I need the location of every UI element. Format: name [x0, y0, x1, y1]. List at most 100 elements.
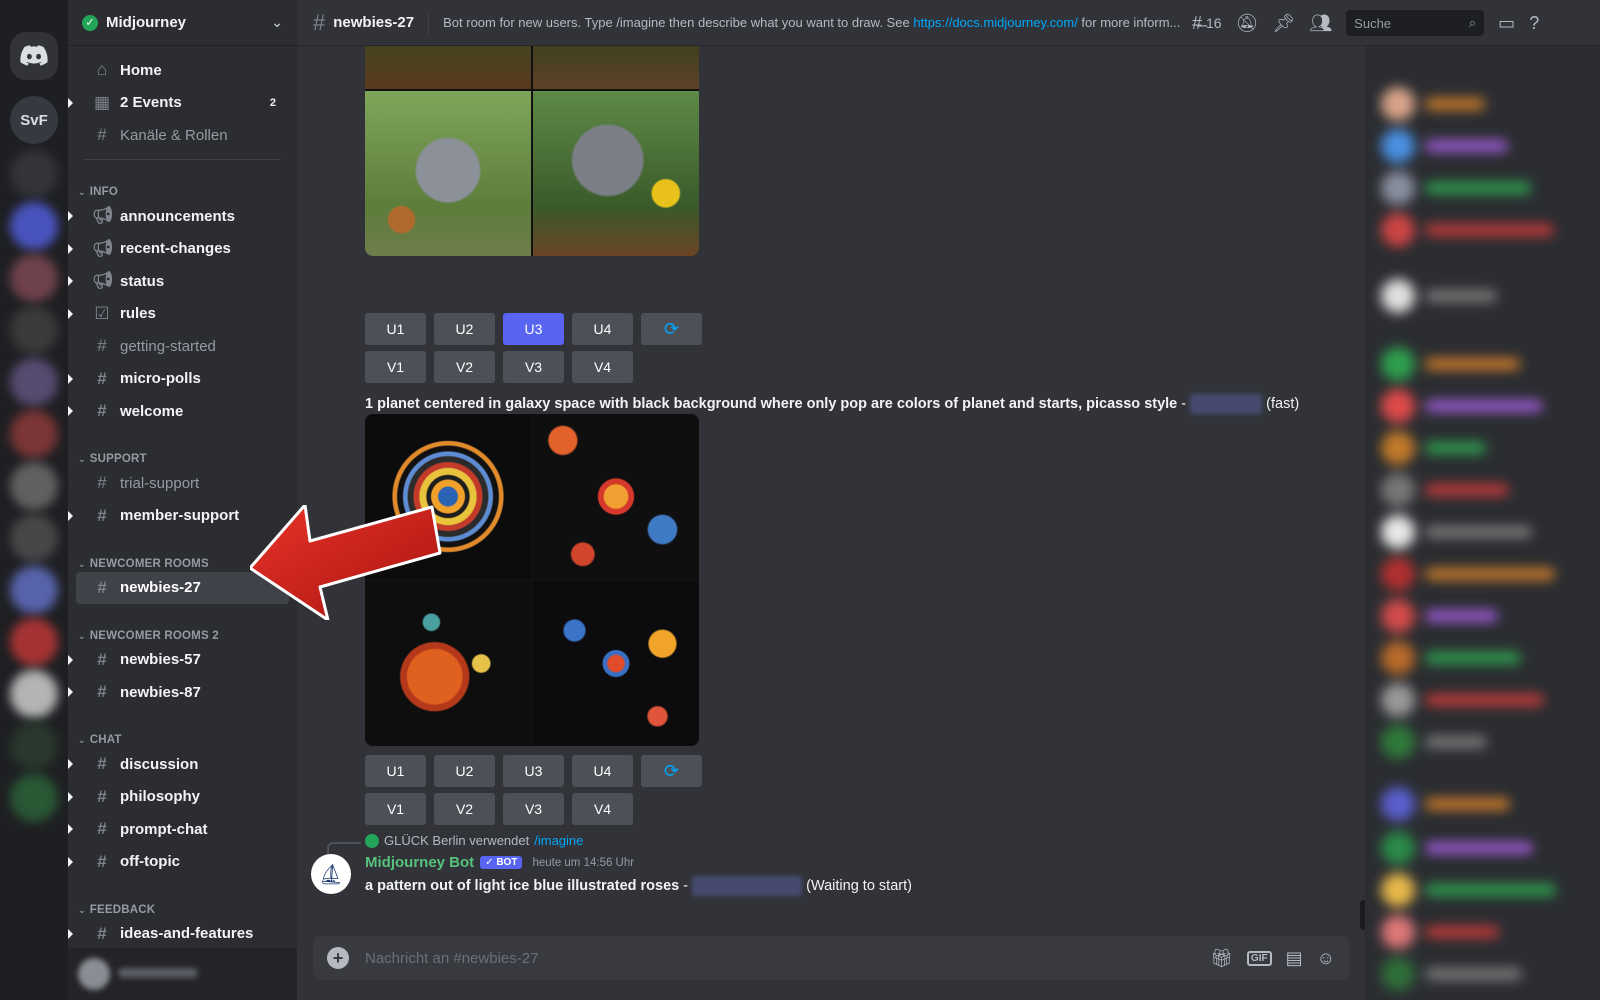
v2-button[interactable]: V2: [434, 793, 495, 825]
category-header[interactable]: ⌄ NEWCOMER ROOMS 2: [76, 618, 289, 642]
channel-off-topic[interactable]: # off-topic: [68, 846, 289, 878]
user-panel[interactable]: [68, 948, 297, 1000]
threads-button[interactable]: #̶ 16: [1192, 13, 1222, 34]
v1-button[interactable]: V1: [365, 793, 426, 825]
member-item[interactable]: [1381, 830, 1581, 866]
discord-home-icon[interactable]: [10, 32, 58, 80]
u2-button[interactable]: U2: [434, 313, 495, 345]
gif-icon[interactable]: GIF: [1246, 950, 1272, 966]
channel-prompt-chat[interactable]: # prompt-chat: [68, 813, 289, 845]
channel-discussion[interactable]: # discussion: [68, 748, 289, 780]
member-item[interactable]: [1381, 914, 1581, 950]
member-item[interactable]: [1381, 872, 1581, 908]
gift-icon[interactable]: 🎁︎: [1210, 948, 1233, 969]
server-icon[interactable]: [10, 774, 58, 822]
docs-link[interactable]: https://docs.midjourney.com/: [913, 15, 1078, 30]
channel-getting-started[interactable]: # getting-started: [76, 330, 289, 362]
member-item[interactable]: [1381, 430, 1581, 466]
chevron-down-icon[interactable]: ⌄: [271, 14, 283, 31]
server-icon[interactable]: [10, 722, 58, 770]
channel-status[interactable]: 📢︎ status: [68, 265, 289, 297]
v3-button[interactable]: V3: [503, 351, 564, 383]
u3-button[interactable]: U3: [503, 755, 564, 787]
pin-icon[interactable]: 📌︎: [1272, 13, 1295, 34]
mute-icon[interactable]: 🔕︎: [1236, 13, 1259, 34]
reroll-icon[interactable]: ⟳: [641, 313, 702, 345]
emoji-icon[interactable]: ☺: [1317, 948, 1335, 969]
server-icon[interactable]: [10, 410, 58, 458]
v3-button[interactable]: V3: [503, 793, 564, 825]
member-item[interactable]: [1381, 556, 1581, 592]
channel-newbies-87[interactable]: # newbies-87: [68, 676, 289, 708]
server-icon[interactable]: [10, 358, 58, 406]
add-attachment-button[interactable]: +: [327, 947, 349, 969]
generated-image[interactable]: [533, 91, 699, 256]
generated-image[interactable]: [533, 581, 699, 746]
image-grid-cats[interactable]: [365, 46, 699, 256]
channel-trial-support[interactable]: # trial-support: [76, 467, 289, 499]
member-item[interactable]: [1381, 640, 1581, 676]
channel-newbies-57[interactable]: # newbies-57: [68, 644, 289, 676]
member-item[interactable]: [1381, 346, 1581, 382]
command-reply[interactable]: GLÜCK Berlin verwendet /imagine: [327, 833, 583, 854]
search-input[interactable]: Suche ⌕: [1346, 10, 1485, 36]
member-item[interactable]: [1381, 786, 1581, 822]
v1-button[interactable]: V1: [365, 351, 426, 383]
channel-2-events[interactable]: ▦ 2 Events 2: [68, 87, 289, 119]
member-item[interactable]: [1381, 682, 1581, 718]
channel-topic[interactable]: Bot room for new users. Type /imagine th…: [443, 15, 1183, 30]
generated-image[interactable]: [533, 46, 699, 89]
u3-button[interactable]: U3: [503, 313, 564, 345]
bot-avatar[interactable]: ⛵︎: [311, 854, 351, 894]
v4-button[interactable]: V4: [572, 351, 633, 383]
message-input[interactable]: [365, 949, 1211, 967]
server-icon[interactable]: [10, 514, 58, 562]
u1-button[interactable]: U1: [365, 755, 426, 787]
channel-welcome[interactable]: # welcome: [68, 395, 289, 427]
reroll-icon[interactable]: ⟳: [641, 755, 702, 787]
category-header[interactable]: ⌄ FEEDBACK: [76, 892, 289, 916]
v2-button[interactable]: V2: [434, 351, 495, 383]
category-header[interactable]: ⌄ SUPPORT: [76, 441, 289, 465]
member-item[interactable]: [1381, 472, 1581, 508]
server-icon[interactable]: [10, 306, 58, 354]
server-icon[interactable]: [10, 150, 58, 198]
generated-image[interactable]: [365, 91, 531, 256]
generated-image[interactable]: [365, 46, 531, 89]
channel-recent-changes[interactable]: 📢︎ recent-changes: [68, 233, 289, 265]
u4-button[interactable]: U4: [572, 755, 633, 787]
server-icon[interactable]: [10, 462, 58, 510]
server-icon[interactable]: [10, 618, 58, 666]
category-header[interactable]: ⌄ CHAT: [76, 722, 289, 746]
u4-button[interactable]: U4: [572, 313, 633, 345]
member-item[interactable]: [1381, 128, 1581, 164]
channel-rules[interactable]: ☑ rules: [68, 298, 289, 330]
member-item[interactable]: [1381, 86, 1581, 122]
bot-username[interactable]: Midjourney Bot: [365, 854, 474, 871]
channel-micro-polls[interactable]: # micro-polls: [68, 363, 289, 395]
member-item[interactable]: [1381, 598, 1581, 634]
sticker-icon[interactable]: ▤: [1286, 948, 1303, 969]
member-item[interactable]: [1381, 170, 1581, 206]
v4-button[interactable]: V4: [572, 793, 633, 825]
server-header[interactable]: ✓ Midjourney ⌄: [68, 0, 297, 46]
channel-home[interactable]: ⌂ Home: [76, 54, 289, 86]
member-item[interactable]: [1381, 514, 1581, 550]
help-icon[interactable]: ?: [1529, 13, 1539, 34]
member-item[interactable]: [1381, 212, 1581, 248]
member-item[interactable]: [1381, 956, 1581, 992]
u1-button[interactable]: U1: [365, 313, 426, 345]
member-item[interactable]: [1381, 388, 1581, 424]
channel-announcements[interactable]: 📢︎ announcements: [68, 200, 289, 232]
member-item[interactable]: [1381, 278, 1581, 314]
channel-ideas-and-features[interactable]: # ideas-and-features: [68, 918, 289, 950]
server-icon[interactable]: [10, 254, 58, 302]
u2-button[interactable]: U2: [434, 755, 495, 787]
channel-kan-le-rollen[interactable]: # Kanäle & Rollen: [76, 119, 289, 151]
members-icon[interactable]: 👥︎: [1309, 13, 1332, 34]
generated-image[interactable]: [533, 414, 699, 579]
server-icon-svf[interactable]: SvF: [10, 96, 58, 144]
command-link[interactable]: /imagine: [534, 833, 583, 848]
category-header[interactable]: ⌄ INFO: [76, 174, 289, 198]
server-icon[interactable]: [10, 202, 58, 250]
